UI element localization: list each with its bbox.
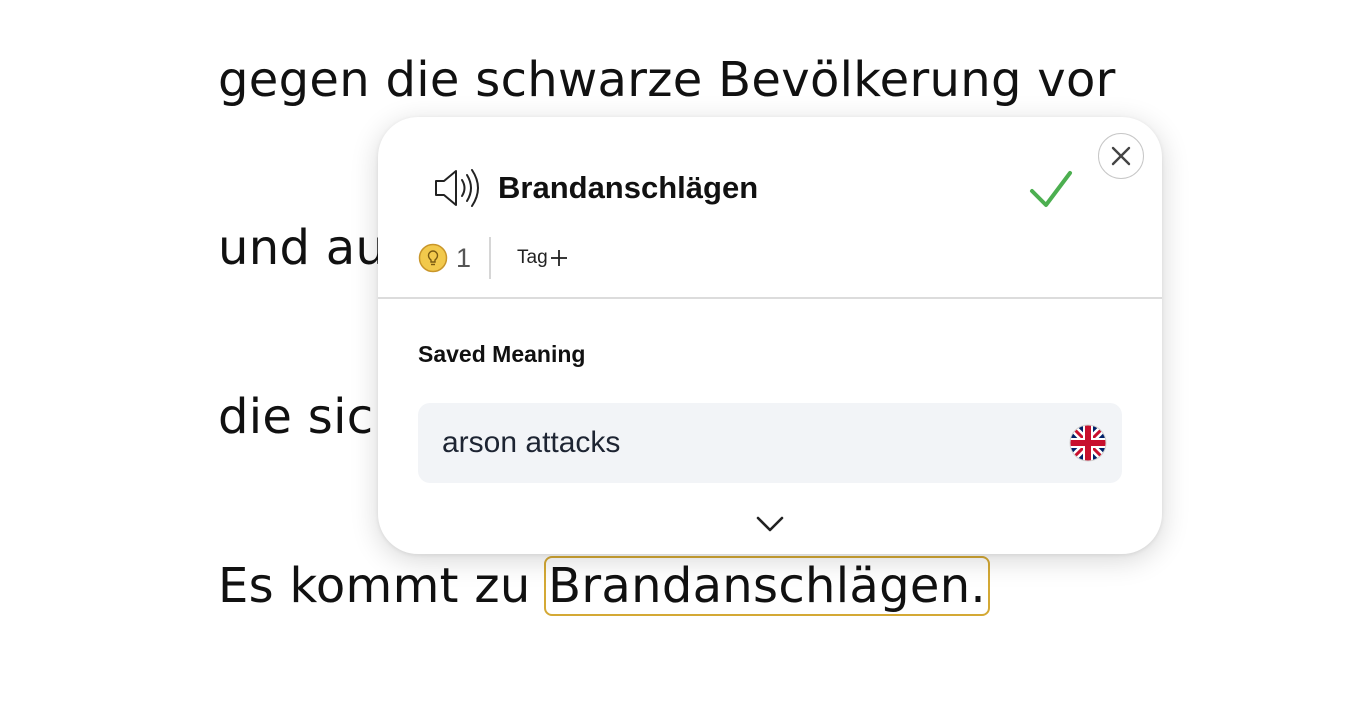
mark-known-button[interactable] — [1028, 167, 1074, 211]
text-line[interactable]: und au — [218, 220, 386, 276]
word-meta-row: 1 Tag — [418, 235, 568, 281]
text-line-prefix[interactable]: Es kommt zu — [218, 558, 546, 614]
saved-meaning-item[interactable]: arson attacks — [418, 403, 1122, 483]
add-tag-button[interactable]: Tag — [517, 247, 568, 269]
uk-flag-icon — [1069, 424, 1107, 462]
checkmark-icon — [1030, 171, 1072, 207]
tag-label: Tag — [517, 247, 548, 268]
highlighted-word[interactable]: Brandanschlägen. — [544, 556, 990, 616]
lookup-count: 1 — [456, 242, 472, 273]
pronounce-button[interactable] — [432, 167, 482, 209]
speaker-icon — [435, 169, 479, 207]
plus-icon — [550, 250, 567, 266]
popup-divider — [378, 297, 1162, 299]
close-button[interactable] — [1098, 133, 1144, 179]
meaning-text: arson attacks — [442, 426, 621, 459]
expand-button[interactable] — [754, 513, 786, 535]
text-line[interactable]: gegen die schwarze Bevölkerung vor — [218, 52, 1116, 108]
text-line[interactable]: die sic — [218, 389, 373, 445]
lightbulb-icon — [418, 243, 448, 273]
meta-separator — [489, 237, 492, 279]
close-icon — [1111, 146, 1131, 166]
word-popup: Brandanschlägen 1 Tag Saved Meaning arso… — [378, 117, 1162, 554]
text-line: Es kommt zu Brandanschlägen. — [218, 556, 990, 616]
chevron-down-icon — [756, 516, 784, 532]
section-title: Saved Meaning — [418, 341, 586, 367]
headword: Brandanschlägen — [498, 170, 759, 205]
